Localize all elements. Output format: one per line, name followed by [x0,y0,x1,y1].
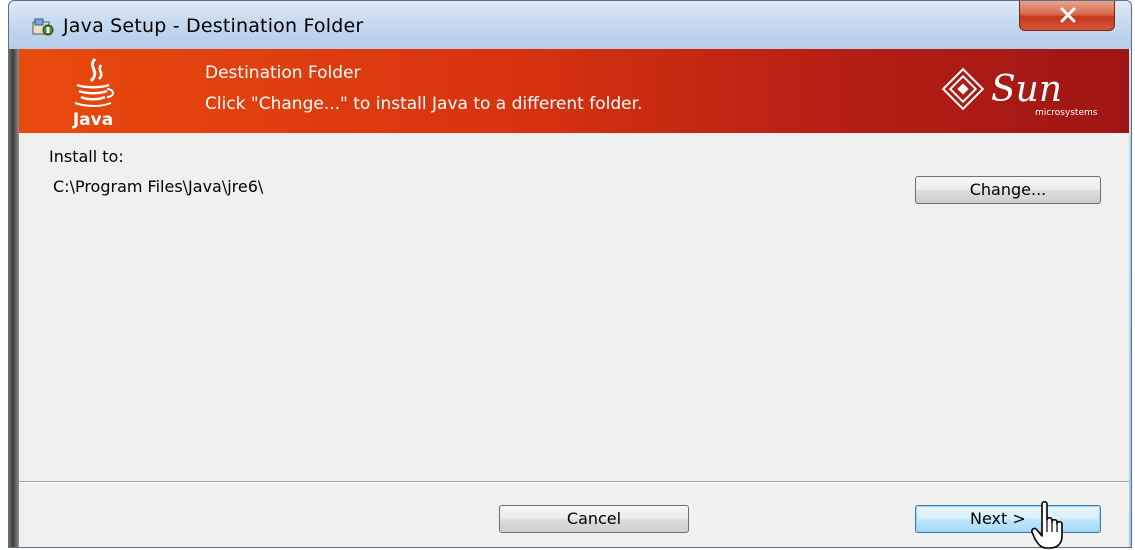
window-title: Java Setup - Destination Folder [63,15,364,37]
header-banner: Java Destination Folder Click "Change...… [19,49,1129,133]
close-button[interactable] [1019,1,1115,31]
installer-app-icon [32,18,54,36]
banner-subtitle: Click "Change..." to install Java to a d… [205,94,643,114]
svg-text:Java: Java [72,110,113,129]
installer-window: Java Setup - Destination Folder Java Des… [8,0,1132,548]
svg-text:microsystems: microsystems [1035,108,1098,118]
title-bar[interactable]: Java Setup - Destination Folder [9,1,1131,49]
java-logo-icon: Java [72,57,114,129]
next-button[interactable]: Next > [915,505,1101,533]
hand-cursor-icon [1031,500,1063,549]
content-panel: Install to: C:\Program Files\Java\jre6\ … [19,133,1129,481]
install-to-label: Install to: [49,147,124,166]
cancel-button[interactable]: Cancel [499,505,689,533]
install-path-text: C:\Program Files\Java\jre6\ [53,177,264,196]
sun-microsystems-logo-icon: Sun microsystems [941,67,1098,118]
close-icon [1060,7,1076,23]
banner-title: Destination Folder [205,63,361,83]
svg-text:Sun: Sun [991,69,1062,110]
change-button[interactable]: Change... [915,176,1101,204]
button-footer: Cancel Next > [19,481,1129,547]
